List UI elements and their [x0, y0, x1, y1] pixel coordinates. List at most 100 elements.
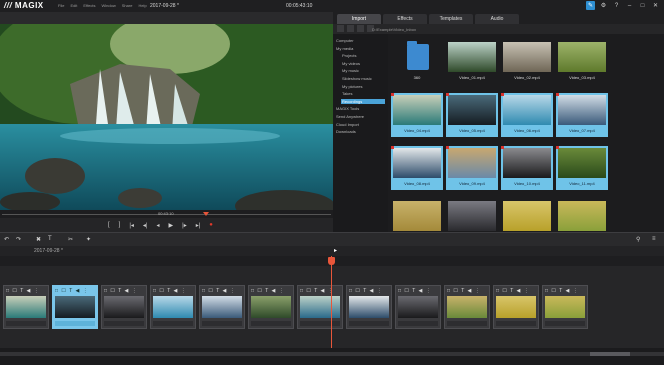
timeline-clip[interactable]: □ ☐ T ◀ ⋮ — [297, 285, 343, 329]
timeline-clip[interactable]: □ ☐ T ◀ ⋮ — [52, 285, 98, 329]
media-thumbnail[interactable]: Video_06.mp4 — [501, 93, 553, 137]
menu-effects[interactable]: Effects — [83, 3, 95, 8]
scrub-marker[interactable] — [203, 212, 209, 216]
settings-icon[interactable]: ⚙ — [599, 1, 608, 10]
sidebar-item[interactable]: Projects — [341, 53, 385, 58]
go-end-icon[interactable]: ▸| — [196, 222, 201, 229]
sidebar-item[interactable]: My media — [335, 46, 385, 51]
sidebar-item[interactable]: My pictures — [341, 84, 385, 89]
tab-templates[interactable]: Templates — [429, 14, 473, 24]
maximize-icon[interactable]: □ — [638, 1, 647, 10]
timeline-clip[interactable]: □ ☐ T ◀ ⋮ — [395, 285, 441, 329]
timeline-scrollbar[interactable] — [0, 352, 664, 356]
redo-icon[interactable]: ↷ — [16, 236, 21, 243]
thumbnail-label: Video_03.mp4 — [569, 75, 595, 80]
sidebar-item[interactable]: Send Anywhere — [335, 114, 385, 119]
media-thumbnail[interactable]: Video_08.mp4 — [391, 146, 443, 190]
menu-bar: File Edit Effects Window Share Help — [58, 3, 147, 8]
preview-scrubber[interactable]: 00:43:10 — [0, 210, 333, 218]
sidebar-item[interactable]: Cloud Import — [335, 122, 385, 127]
media-thumbnail[interactable] — [556, 199, 608, 232]
used-marker — [391, 93, 394, 96]
clip-footer — [496, 321, 536, 326]
sidebar-item[interactable]: MAGIX Tools — [335, 106, 385, 111]
minimize-icon[interactable]: – — [625, 1, 634, 10]
media-thumbnail[interactable]: Video_01.mp4 — [446, 40, 498, 84]
thumbnail-image — [393, 201, 441, 231]
go-start-icon[interactable]: |◂ — [129, 222, 134, 229]
media-thumbnail[interactable]: Video_09.mp4 — [446, 146, 498, 190]
prev-frame-icon[interactable]: ◂| — [143, 222, 148, 229]
playhead[interactable] — [331, 256, 332, 348]
cut-icon[interactable]: ✂ — [68, 236, 73, 243]
help-icon[interactable]: ? — [612, 1, 621, 10]
close-icon[interactable]: ✕ — [651, 1, 660, 10]
timeline-clip[interactable]: □ ☐ T ◀ ⋮ — [101, 285, 147, 329]
thumbnail-image — [503, 95, 551, 125]
view-icon[interactable] — [357, 25, 364, 32]
sidebar-item[interactable]: Takes — [341, 91, 385, 96]
menu-file[interactable]: File — [58, 3, 64, 8]
clip-thumbnail — [300, 296, 340, 318]
clip-thumbnail — [398, 296, 438, 318]
used-marker — [501, 93, 504, 96]
clip-toolbar-icons: □ ☐ T ◀ ⋮ — [496, 288, 530, 294]
tab-effects[interactable]: Effects — [383, 14, 427, 24]
title-icon[interactable]: T — [48, 236, 52, 242]
thumbnail-image — [448, 148, 496, 178]
playhead-handle[interactable] — [328, 257, 335, 265]
timeline-clip[interactable]: □ ☐ T ◀ ⋮ — [150, 285, 196, 329]
up-icon[interactable] — [347, 25, 354, 32]
used-marker — [556, 93, 559, 96]
menu-window[interactable]: Window — [102, 3, 116, 8]
clip-toolbar-icons: □ ☐ T ◀ ⋮ — [104, 288, 138, 294]
sidebar-item[interactable]: Downloads — [335, 129, 385, 134]
sidebar-item[interactable]: Recordings — [341, 98, 385, 104]
tab-import[interactable]: Import — [337, 14, 381, 24]
media-thumbnail[interactable] — [446, 199, 498, 232]
menu-share[interactable]: Share — [122, 3, 133, 8]
timeline-scroll-thumb[interactable] — [590, 352, 630, 356]
play-icon[interactable]: ▶ — [169, 222, 174, 229]
share-icon[interactable]: ✎ — [586, 1, 595, 10]
timeline-clip[interactable]: □ ☐ T ◀ ⋮ — [3, 285, 49, 329]
media-thumbnail[interactable] — [391, 199, 443, 232]
media-thumbnail[interactable]: Video_07.mp4 — [556, 93, 608, 137]
sidebar-item[interactable]: My music — [341, 68, 385, 73]
sidebar-item[interactable]: Computer — [335, 38, 385, 43]
back-icon[interactable] — [337, 25, 344, 32]
zoom-icon[interactable]: ⚲ — [636, 236, 640, 243]
timeline-menu-icon[interactable]: ≡ — [652, 236, 656, 242]
menu-help[interactable]: Help — [138, 3, 146, 8]
timeline-clip[interactable]: □ ☐ T ◀ ⋮ — [493, 285, 539, 329]
mark-in-icon[interactable]: [ — [108, 222, 110, 228]
media-thumbnail[interactable]: Video_10.mp4 — [501, 146, 553, 190]
record-icon[interactable]: ● — [209, 222, 213, 228]
media-thumbnail[interactable] — [501, 199, 553, 232]
timeline-clip[interactable]: □ ☐ T ◀ ⋮ — [444, 285, 490, 329]
app-logo-text: MAGIX — [14, 1, 44, 10]
next-frame-icon[interactable]: |▸ — [182, 222, 187, 229]
timeline-clip[interactable]: □ ☐ T ◀ ⋮ — [248, 285, 294, 329]
media-thumbnail[interactable]: Video_02.mp4 — [501, 40, 553, 84]
rewind-icon[interactable]: ◂ — [157, 222, 160, 229]
timeline-clip[interactable]: □ ☐ T ◀ ⋮ — [199, 285, 245, 329]
undo-icon[interactable]: ↶ — [4, 236, 9, 243]
media-thumbnail[interactable]: Video_11.mp4 — [556, 146, 608, 190]
video-preview[interactable] — [0, 24, 333, 210]
wand-icon[interactable]: ✦ — [86, 236, 91, 243]
menu-edit[interactable]: Edit — [70, 3, 77, 8]
media-thumbnail[interactable]: Video_03.mp4 — [556, 40, 608, 84]
delete-icon[interactable]: ✖ — [36, 236, 41, 243]
tab-audio[interactable]: Audio — [475, 14, 519, 24]
sidebar-item[interactable]: Slideshow music — [341, 76, 385, 81]
clip-thumbnail — [55, 296, 95, 318]
sidebar-item[interactable]: My videos — [341, 61, 385, 66]
mark-out-icon[interactable]: ] — [119, 222, 121, 228]
used-marker — [391, 146, 394, 149]
timeline-clip[interactable]: □ ☐ T ◀ ⋮ — [542, 285, 588, 329]
media-thumbnail[interactable]: Video_05.mp4 — [446, 93, 498, 137]
timeline-clip[interactable]: □ ☐ T ◀ ⋮ — [346, 285, 392, 329]
folder-item[interactable]: 360 — [391, 40, 443, 84]
media-thumbnail[interactable]: Video_04.mp4 — [391, 93, 443, 137]
